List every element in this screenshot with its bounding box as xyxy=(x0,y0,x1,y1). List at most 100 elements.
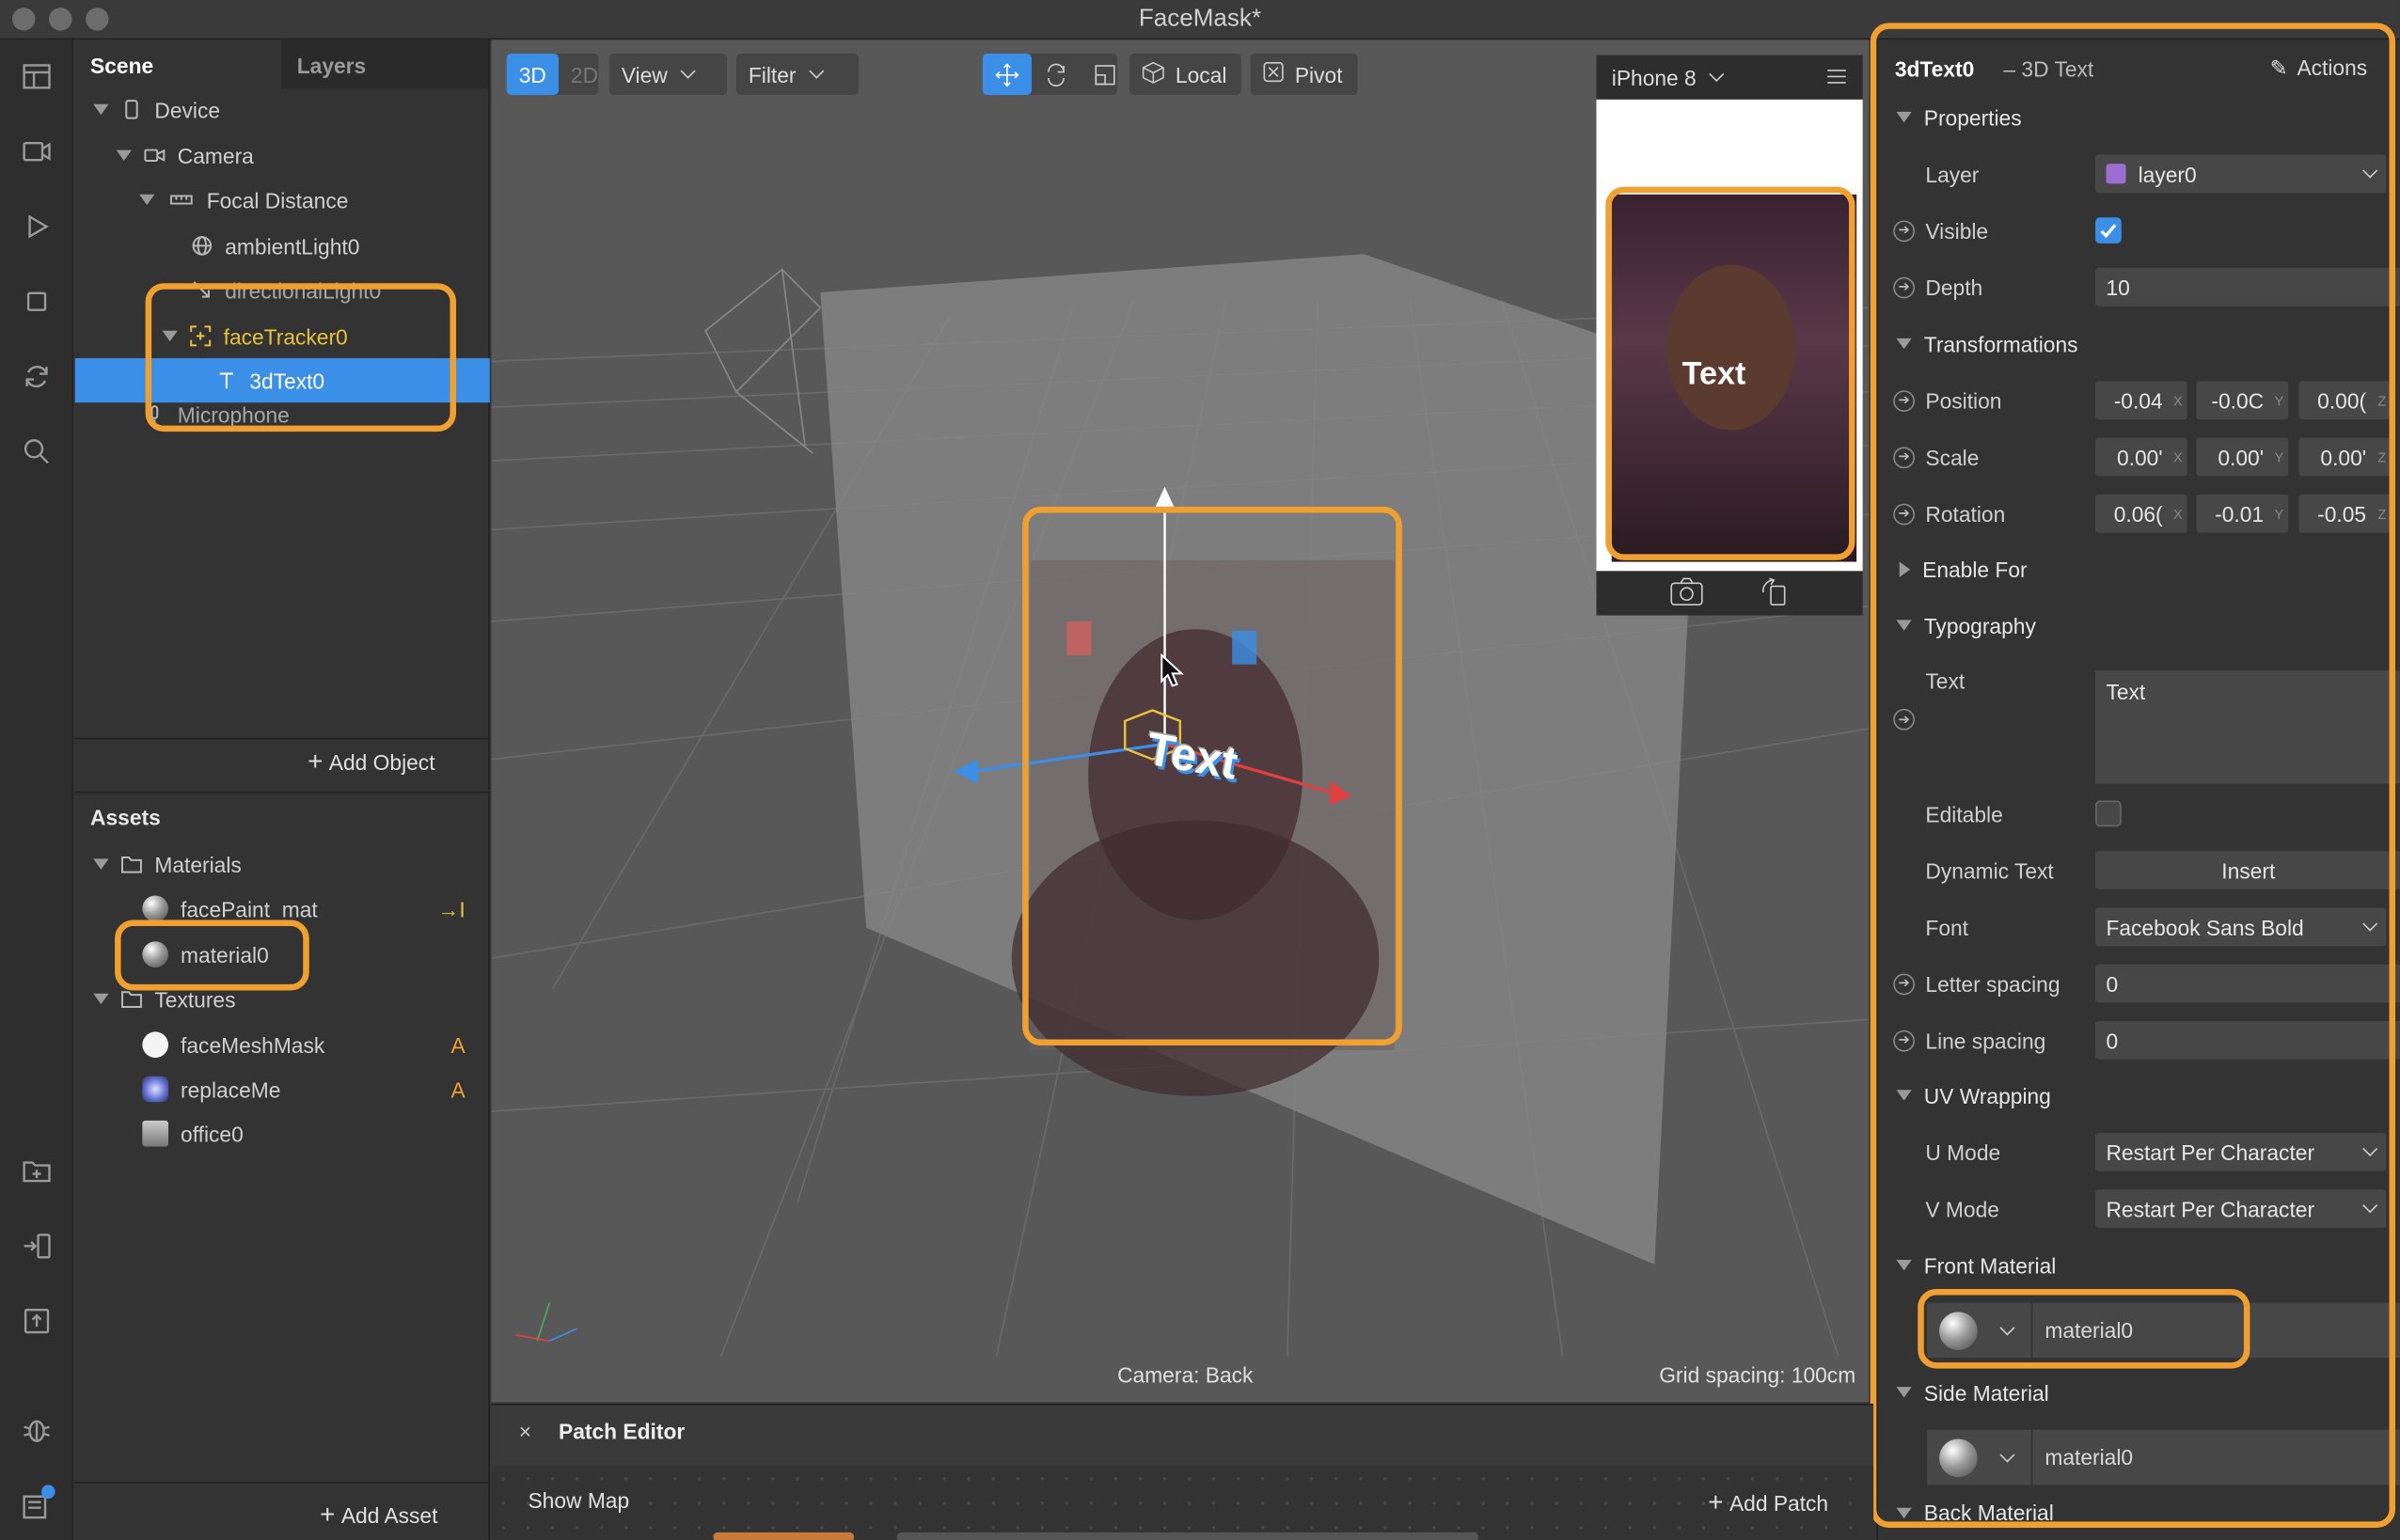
tree-item-camera[interactable]: Camera xyxy=(75,134,490,178)
tree-item-ambient-light[interactable]: ambientLight0 xyxy=(75,224,490,268)
send-to-device-icon[interactable] xyxy=(15,1225,58,1268)
tree-item-device[interactable]: Device xyxy=(75,87,490,132)
scale-tool-icon[interactable] xyxy=(1081,54,1129,95)
scale-y-input[interactable]: 0.00' Y xyxy=(2196,437,2289,477)
section-properties[interactable]: Properties xyxy=(1878,88,2400,145)
add-patch-button[interactable]: + Add Patch xyxy=(1708,1488,1828,1519)
patch-canvas[interactable] xyxy=(491,1466,1874,1540)
expand-caret-icon[interactable] xyxy=(1896,1387,1912,1398)
play-icon[interactable] xyxy=(15,205,58,248)
tree-item-3dtext[interactable]: 3dText0 xyxy=(74,357,490,403)
tree-item-directional-light[interactable]: directionalLight0 xyxy=(75,268,490,312)
expand-caret-icon[interactable] xyxy=(1896,338,1912,350)
asset-face-mesh-mask[interactable]: faceMeshMask A xyxy=(75,1023,490,1067)
asset-folder-textures[interactable]: Textures xyxy=(75,977,490,1021)
mode-2d-button[interactable]: 2D xyxy=(559,54,610,95)
local-button[interactable]: Local xyxy=(1129,53,1241,95)
section-uv-wrapping[interactable]: UV Wrapping xyxy=(1878,1067,2400,1124)
add-object-button[interactable]: + Add Object xyxy=(308,747,434,778)
expand-caret-icon[interactable] xyxy=(1896,1506,1912,1518)
expand-caret-icon[interactable] xyxy=(93,858,109,870)
rotation-x-input[interactable]: 0.06(X xyxy=(2095,494,2187,533)
asset-folder-materials[interactable]: Materials xyxy=(75,842,490,887)
tab-scene[interactable]: Scene xyxy=(74,39,282,89)
restart-icon[interactable] xyxy=(15,355,58,399)
search-icon[interactable] xyxy=(15,431,58,474)
rotate-device-icon[interactable] xyxy=(1759,577,1790,612)
asset-material0[interactable]: material0 xyxy=(75,933,490,977)
position-y-input[interactable]: -0.0C Y xyxy=(2196,381,2289,420)
add-asset-button[interactable]: + Add Asset xyxy=(320,1501,437,1532)
mode-3d-button[interactable]: 3D xyxy=(506,53,559,95)
menu-icon[interactable] xyxy=(1826,65,1848,89)
expand-caret-icon[interactable] xyxy=(1896,111,1912,123)
device-selector[interactable]: iPhone 8 xyxy=(1596,55,1862,100)
expand-caret-icon[interactable] xyxy=(93,993,109,1005)
tree-item-face-tracker[interactable]: faceTracker0 xyxy=(75,314,490,358)
actions-button[interactable]: ✎ Actions xyxy=(2270,55,2368,82)
asset-office0[interactable]: office0 xyxy=(75,1111,490,1155)
pivot-button[interactable]: Pivot xyxy=(1250,53,1358,95)
patch-arrow-icon[interactable]: ➔ xyxy=(1893,275,1916,298)
layer-select[interactable]: layer0 xyxy=(2095,154,2387,194)
scale-x-input[interactable]: 0.00' X xyxy=(2095,437,2187,477)
section-side-material[interactable]: Side Material xyxy=(1878,1364,2400,1421)
filter-dropdown[interactable]: Filter xyxy=(735,53,860,95)
section-front-material[interactable]: Front Material xyxy=(1878,1237,2400,1294)
text-content-input[interactable]: Text xyxy=(2095,670,2400,784)
insert-button[interactable]: Insert xyxy=(2095,851,2400,889)
layout-icon[interactable] xyxy=(15,55,58,99)
expand-caret-icon[interactable] xyxy=(93,103,109,116)
patch-arrow-icon[interactable]: ➔ xyxy=(1893,219,1916,242)
expand-caret-icon[interactable] xyxy=(116,149,132,161)
rotate-tool-icon[interactable] xyxy=(1032,54,1081,95)
front-material-select[interactable]: material0 xyxy=(1927,1302,2400,1359)
section-back-material[interactable]: Back Material xyxy=(1878,1501,2400,1523)
line-spacing-input[interactable]: 0 xyxy=(2095,1021,2400,1060)
video-icon[interactable] xyxy=(15,130,58,173)
show-map-button[interactable]: Show Map xyxy=(528,1488,629,1513)
close-icon[interactable]: × xyxy=(519,1419,531,1443)
expand-caret-icon[interactable] xyxy=(1899,560,1911,577)
stop-icon[interactable] xyxy=(15,280,58,323)
patch-arrow-icon[interactable]: ➔ xyxy=(1893,708,1916,731)
editable-checkbox[interactable] xyxy=(2095,800,2122,827)
patch-arrow-icon[interactable]: ➔ xyxy=(1893,972,1916,995)
upload-icon[interactable] xyxy=(15,1299,58,1343)
u-mode-select[interactable]: Restart Per Character xyxy=(2095,1132,2387,1171)
v-mode-select[interactable]: Restart Per Character xyxy=(2095,1189,2387,1228)
visible-checkbox[interactable] xyxy=(2095,217,2122,244)
screenshot-icon[interactable] xyxy=(1670,577,1704,612)
move-tool-icon[interactable] xyxy=(982,53,1032,95)
tab-layers[interactable]: Layers xyxy=(281,39,489,89)
rotation-y-input[interactable]: -0.01 Y xyxy=(2196,494,2289,533)
expand-caret-icon[interactable] xyxy=(162,330,178,342)
asset-face-paint-mat[interactable]: facePaint_mat →I xyxy=(75,887,490,931)
expand-caret-icon[interactable] xyxy=(1896,1260,1912,1271)
news-icon[interactable] xyxy=(15,1485,58,1528)
rotation-z-input[interactable]: -0.05 Z xyxy=(2298,494,2392,533)
horizontal-scrollbar[interactable] xyxy=(896,1532,1479,1540)
patch-node-partial[interactable] xyxy=(713,1532,855,1540)
patch-arrow-icon[interactable]: ➔ xyxy=(1893,389,1916,412)
expand-caret-icon[interactable] xyxy=(1896,1090,1912,1101)
add-folder-icon[interactable] xyxy=(15,1150,58,1193)
debug-icon[interactable] xyxy=(15,1408,58,1452)
font-select[interactable]: Facebook Sans Bold xyxy=(2095,907,2387,947)
position-x-input[interactable]: -0.04 X xyxy=(2095,381,2187,420)
section-transformations[interactable]: Transformations xyxy=(1878,315,2400,371)
depth-input[interactable]: 10 xyxy=(2095,267,2400,306)
scale-z-input[interactable]: 0.00' Z xyxy=(2298,437,2392,477)
tree-item-microphone[interactable]: Microphone xyxy=(75,404,490,426)
section-typography[interactable]: Typography xyxy=(1878,597,2400,653)
expand-caret-icon[interactable] xyxy=(139,194,155,206)
position-z-input[interactable]: 0.00(Z xyxy=(2298,381,2392,420)
asset-replace-me[interactable]: replaceMe A xyxy=(75,1067,490,1111)
patch-arrow-icon[interactable]: ➔ xyxy=(1893,502,1916,525)
expand-caret-icon[interactable] xyxy=(1896,620,1912,631)
side-material-select[interactable]: material0 xyxy=(1927,1429,2400,1485)
letter-spacing-input[interactable]: 0 xyxy=(2095,964,2400,1003)
section-enable-for[interactable]: Enable For xyxy=(1878,541,2400,597)
patch-arrow-icon[interactable]: ➔ xyxy=(1893,1029,1916,1051)
tree-item-focal-distance[interactable]: Focal Distance xyxy=(75,178,490,222)
